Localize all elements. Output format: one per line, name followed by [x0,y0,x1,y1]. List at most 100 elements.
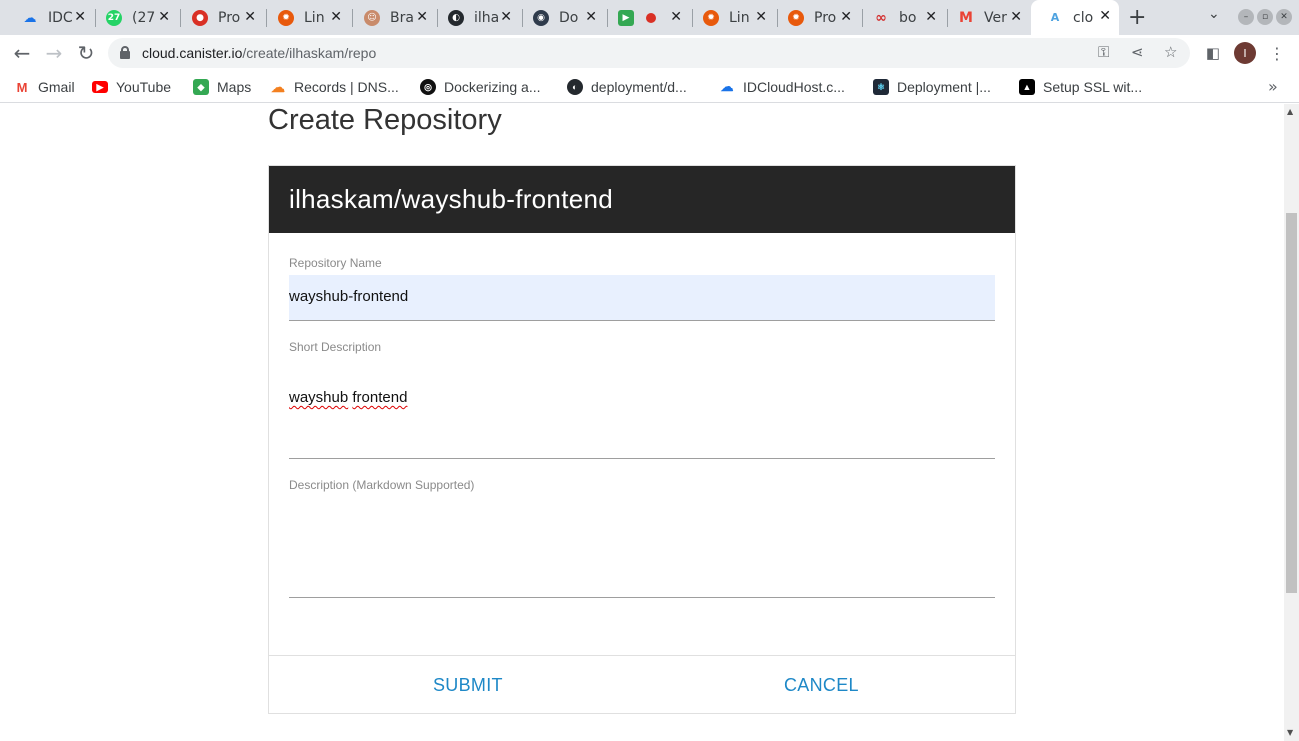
cancel-button[interactable]: CANCEL [784,675,859,696]
bookmark-label: YouTube [116,79,172,95]
url-text[interactable]: cloud.canister.io/create/ilhaskam/repo [142,45,376,61]
tab-label: ilha [474,10,500,26]
cloudflare-icon: ☁ [271,78,285,95]
grafana-icon: ✹ [703,10,719,26]
tab-6[interactable]: ◉ Do ✕ [517,4,605,32]
tab-search-chevron-icon[interactable]: ⌄ [1208,6,1220,22]
bookmark-youtube[interactable]: ▶ YouTube [92,77,171,97]
idcloudhost-icon: ☁ [720,79,734,94]
tab-4[interactable]: ☺ Bra ✕ [348,4,436,32]
scroll-up-arrow-icon[interactable]: ▲ [1287,107,1293,116]
tab-label: clo [1073,9,1094,26]
description-textarea[interactable] [289,492,995,598]
lock-icon[interactable] [120,46,130,59]
bookmark-setup-ssl[interactable]: ▲ Setup SSL wit... [1019,77,1142,97]
card-header: ilhaskam/wayshub-frontend [269,166,1015,233]
bookmark-label: Dockerizing a... [444,79,541,95]
tab-3[interactable]: ✹ Lin ✕ [262,4,350,32]
window-close-icon[interactable]: ✕ [1276,9,1292,25]
profile-avatar[interactable]: I [1234,42,1256,64]
tab-label: Bra [390,10,414,26]
close-icon[interactable]: ✕ [158,9,170,25]
bookmark-label: Deployment |... [897,79,991,95]
youtube-icon: ▶ [92,81,108,93]
bookmark-gmail[interactable]: M Gmail [14,77,75,97]
close-icon[interactable]: ✕ [330,9,342,25]
bookmark-idcloudhost[interactable]: ☁ IDCloudHost.c... [719,77,845,97]
side-panel-icon[interactable]: ◧ [1201,41,1225,65]
forward-arrow-icon[interactable]: → [42,41,66,65]
idcloudhost-icon: ☁ [23,10,37,26]
description-label: Description (Markdown Supported) [289,478,475,492]
tab-5[interactable]: ◐ ilha ✕ [432,4,520,32]
short-description-word: frontend [352,389,408,406]
bookmark-label: Maps [217,79,252,95]
create-repo-card: ilhaskam/wayshub-frontend Repository Nam… [268,165,1016,714]
page-scrollbar[interactable]: ▲ ▼ [1284,104,1299,741]
close-icon[interactable]: ✕ [1010,9,1022,25]
close-icon[interactable]: ✕ [244,9,256,25]
close-icon[interactable]: ✕ [416,9,428,25]
bookmark-dockerizing[interactable]: ◎ Dockerizing a... [420,77,540,97]
maximize-icon[interactable]: ▫ [1257,9,1273,25]
bookmark-deployment-github[interactable]: ◐ deployment/d... [567,77,687,97]
close-icon[interactable]: ✕ [755,9,767,25]
reload-icon[interactable]: ↻ [74,41,98,65]
bookmarks-overflow-chevron-icon[interactable]: » [1268,77,1278,96]
close-icon[interactable]: ✕ [670,9,682,25]
tab-strip: ☁ IDC ✕ 27 (27 ✕ ● Pro ✕ ✹ Lin ✕ ☺ Bra ✕… [0,0,1299,35]
repository-name-field: Repository Name wayshub-frontend [289,256,995,321]
bookmark-maps[interactable]: ◆ Maps [193,77,251,97]
tab-10[interactable]: ∞ bo ✕ [857,4,945,32]
close-icon[interactable]: ✕ [1099,8,1111,24]
tab-label: Ver [984,10,1007,26]
bookmark-label: Records | DNS... [294,79,399,95]
bookmark-records-dns[interactable]: ☁ Records | DNS... [270,77,399,97]
repository-name-input[interactable]: wayshub-frontend [289,275,995,321]
back-arrow-icon[interactable]: ← [10,41,34,65]
short-description-input[interactable]: wayshub frontend [289,354,995,459]
grafana-icon: ✹ [278,10,294,26]
short-description-field: Short Description wayshub frontend [289,340,995,459]
maps-icon: ◆ [193,79,209,95]
tab-label: Pro [218,10,241,26]
browser-toolbar: ← → ↻ cloud.canister.io/create/ilhaskam/… [0,35,1299,71]
card-actions: SUBMIT CANCEL [269,655,1015,713]
page-title: Create Repository [268,104,502,136]
whatsapp-icon: 27 [106,10,122,26]
tab-9[interactable]: ✹ Pro ✕ [772,4,860,32]
tab-2[interactable]: ● Pro ✕ [176,4,264,32]
share-icon[interactable]: ⋖ [1131,43,1144,61]
close-icon[interactable]: ✕ [500,9,512,25]
tab-7[interactable]: ▶ ✕ [602,4,690,32]
close-icon[interactable]: ✕ [74,9,86,25]
tab-label: Lin [729,10,750,26]
menu-kebab-icon[interactable]: ⋮ [1265,41,1289,65]
tab-0[interactable]: ☁ IDC ✕ [6,4,94,32]
gmail-icon: M [959,10,973,26]
scrollbar-thumb[interactable] [1286,213,1297,593]
key-icon[interactable]: ⚿ [1098,43,1109,61]
bookmark-deployment-react[interactable]: ⚛ Deployment |... [873,77,991,97]
bookmark-label: Gmail [38,79,75,95]
bookmark-star-icon[interactable]: ☆ [1164,43,1177,61]
close-icon[interactable]: ✕ [840,9,852,25]
github-icon: ◐ [448,10,464,26]
close-icon[interactable]: ✕ [585,9,597,25]
minimize-icon[interactable]: – [1238,9,1254,25]
scroll-down-arrow-icon[interactable]: ▼ [1287,728,1293,737]
react-icon: ⚛ [873,79,889,95]
page-viewport: Create Repository ilhaskam/wayshub-front… [0,104,1284,741]
tab-active[interactable]: A clo ✕ [1031,0,1119,35]
podcast-icon: ● [192,10,208,26]
tab-11[interactable]: M Ver ✕ [942,4,1030,32]
address-bar[interactable]: cloud.canister.io/create/ilhaskam/repo ⚿… [108,38,1190,68]
url-host: cloud.canister.io [142,45,243,61]
submit-button[interactable]: SUBMIT [433,675,503,696]
tab-8[interactable]: ✹ Lin ✕ [687,4,775,32]
tab-1[interactable]: 27 (27 ✕ [90,4,178,32]
meet-icon: ▶ [618,10,634,26]
close-icon[interactable]: ✕ [925,9,937,25]
circle-logo-icon: ◎ [420,79,436,95]
new-tab-button[interactable]: + [1128,5,1146,30]
